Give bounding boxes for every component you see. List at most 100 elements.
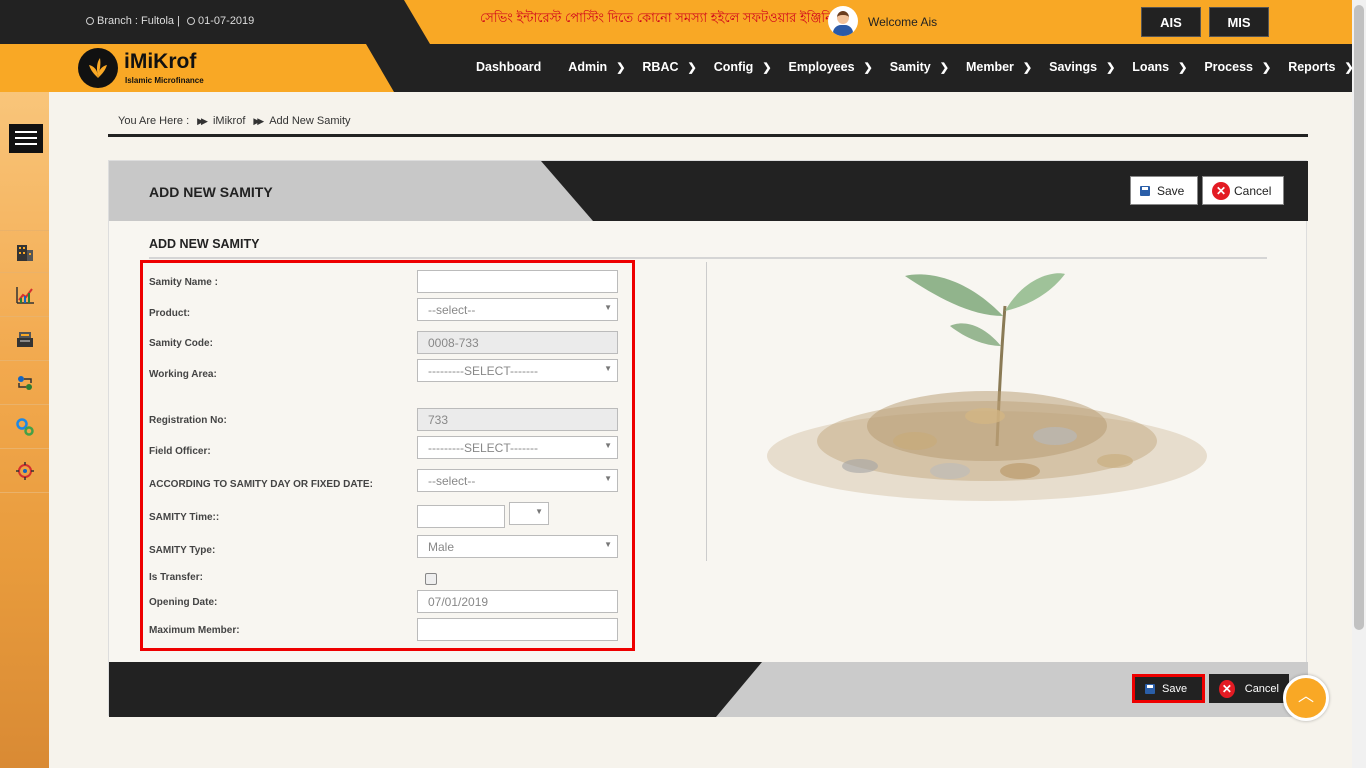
- samity-name-input[interactable]: [417, 270, 618, 293]
- close-circle-icon: ✕: [1219, 679, 1235, 698]
- samity-day-select[interactable]: --select--: [417, 469, 618, 492]
- nav-admin[interactable]: Admin ❯: [568, 60, 625, 74]
- sidebar-item-building[interactable]: [0, 230, 49, 273]
- scroll-to-top-button[interactable]: ︿: [1283, 675, 1329, 721]
- samity-code-label: Samity Code:: [149, 338, 213, 349]
- footer-save-button[interactable]: Save: [1132, 674, 1205, 703]
- sidebar-item-settings[interactable]: [0, 406, 49, 449]
- plant-coins-illustration: [767, 273, 1207, 501]
- sidebar-item-config[interactable]: [0, 450, 49, 493]
- nav-reports-label: Reports: [1288, 60, 1336, 74]
- settings-dial-icon: [15, 462, 34, 480]
- globe-icon: [86, 17, 94, 25]
- registration-no-label: Registration No:: [149, 415, 227, 426]
- building-icon: [16, 244, 33, 261]
- avatar-body: [833, 25, 853, 36]
- scrollbar-thumb[interactable]: [1354, 5, 1364, 630]
- field-officer-label: Field Officer:: [149, 446, 211, 457]
- samity-name-label: Samity Name :: [149, 277, 218, 288]
- avatar-head: [837, 11, 849, 24]
- nav-config[interactable]: Config ❯: [714, 60, 772, 74]
- nav-rbac[interactable]: RBAC ❯: [642, 60, 696, 74]
- floppy-disk-icon: [1140, 185, 1150, 196]
- user-avatar[interactable]: [828, 6, 858, 36]
- nav-loans[interactable]: Loans ❯: [1132, 60, 1187, 74]
- samity-type-select[interactable]: Male: [417, 535, 618, 558]
- nav-member[interactable]: Member ❯: [966, 60, 1032, 74]
- sidebar-item-cash[interactable]: [0, 318, 49, 361]
- chevron-right-icon: ❯: [616, 62, 626, 74]
- ais-button[interactable]: AIS: [1141, 7, 1201, 37]
- footer-cancel-button[interactable]: ✕ Cancel: [1209, 674, 1289, 703]
- chevron-right-icon: ❯: [687, 62, 697, 74]
- samity-type-label: SAMITY Type:: [149, 545, 216, 556]
- sidebar-item-transfer[interactable]: [0, 362, 49, 405]
- nav-process[interactable]: Process ❯: [1204, 60, 1271, 74]
- nav-samity[interactable]: Samity ❯: [890, 60, 949, 74]
- chevron-right-icon: ❯: [1106, 62, 1116, 74]
- welcome-text[interactable]: Welcome Ais: [868, 15, 937, 29]
- column-divider: [706, 262, 707, 561]
- chevron-right-icon: ❯: [863, 62, 873, 74]
- footer-save-label: Save: [1162, 682, 1188, 695]
- panel-header: ADD NEW SAMITY Save ✕ Cancel: [109, 161, 1308, 221]
- floppy-disk-icon: [1145, 683, 1155, 694]
- samity-code-field: 0008-733: [417, 331, 618, 354]
- mis-button[interactable]: MIS: [1209, 7, 1269, 37]
- nav-config-label: Config: [713, 60, 754, 74]
- save-button[interactable]: Save: [1130, 176, 1198, 205]
- page-scrollbar[interactable]: [1352, 0, 1366, 768]
- cancel-button[interactable]: ✕ Cancel: [1202, 176, 1284, 205]
- breadcrumb-current: Add New Samity: [269, 115, 351, 127]
- nav-savings[interactable]: Savings ❯: [1049, 60, 1115, 74]
- chevron-right-icon: ❯: [1261, 62, 1272, 74]
- nav-member-label: Member: [965, 60, 1014, 74]
- chevron-right-icon: ❯: [939, 62, 949, 74]
- nav-employees-label: Employees: [788, 60, 855, 74]
- notice-marquee: সেভিং ইন্টারেস্ট পোস্টিং দিতে কোনো সমস্য…: [480, 10, 833, 25]
- field-officer-select[interactable]: ---------SELECT-------: [417, 436, 618, 459]
- chevron-right-icon: ❯: [1178, 62, 1188, 74]
- double-chevron-icon: ▶▶: [253, 115, 264, 126]
- cash-register-icon: [16, 332, 33, 347]
- registration-no-field: 733: [417, 408, 618, 431]
- nav-admin-label: Admin: [568, 60, 608, 74]
- is-transfer-label: Is Transfer:: [149, 572, 203, 583]
- opening-date-input[interactable]: 07/01/2019: [417, 590, 618, 613]
- nav-loans-label: Loans: [1132, 60, 1170, 74]
- samity-time-label: SAMITY Time::: [149, 512, 220, 523]
- working-area-select[interactable]: ---------SELECT-------: [417, 359, 618, 382]
- cancel-button-label: Cancel: [1234, 183, 1272, 198]
- nav-dashboard-label: Dashboard: [476, 60, 542, 74]
- samity-time-input[interactable]: [417, 505, 505, 528]
- nav-dashboard[interactable]: Dashboard: [476, 60, 541, 74]
- breadcrumb-home[interactable]: iMikrof: [213, 115, 245, 127]
- hamburger-menu-icon[interactable]: [9, 124, 43, 153]
- main-nav: Dashboard Admin ❯ RBAC ❯ Config ❯ Employees…: [476, 60, 1366, 74]
- nav-savings-label: Savings: [1049, 60, 1098, 74]
- nav-samity-label: Samity: [889, 60, 931, 74]
- product-label: Product:: [149, 308, 191, 319]
- samity-day-label: ACCORDING TO SAMITY DAY OR FIXED DATE:: [149, 479, 373, 490]
- nav-employees[interactable]: Employees ❯: [789, 60, 873, 74]
- nav-reports[interactable]: Reports ❯: [1288, 60, 1353, 74]
- opening-date-label: Opening Date:: [149, 597, 218, 608]
- leaf-logo-icon: [89, 58, 107, 78]
- page-title: ADD NEW SAMITY: [149, 184, 273, 200]
- double-chevron-icon: ▶▶: [197, 115, 208, 126]
- close-circle-icon: ✕: [1212, 181, 1230, 200]
- working-area-label: Working Area:: [149, 369, 217, 380]
- product-select[interactable]: --select--: [417, 298, 618, 321]
- samity-time-period-select[interactable]: [509, 502, 549, 525]
- logo-icon[interactable]: [78, 48, 118, 88]
- brand-title[interactable]: iMiKrof: [124, 50, 196, 74]
- panel-footer: [109, 662, 1308, 717]
- maximum-member-input[interactable]: [417, 618, 618, 641]
- breadcrumb: You Are Here : ▶▶ iMikrof ▶▶ Add New Sam…: [118, 115, 351, 127]
- is-transfer-checkbox[interactable]: [425, 573, 437, 585]
- branch-label: Branch : Fultola |: [97, 15, 180, 27]
- chevron-up-icon: ︿: [1297, 688, 1314, 705]
- clock-icon: [187, 17, 196, 25]
- branch-info: Branch : Fultola | 01-07-2019: [86, 15, 254, 27]
- sidebar-item-growth[interactable]: [0, 274, 49, 317]
